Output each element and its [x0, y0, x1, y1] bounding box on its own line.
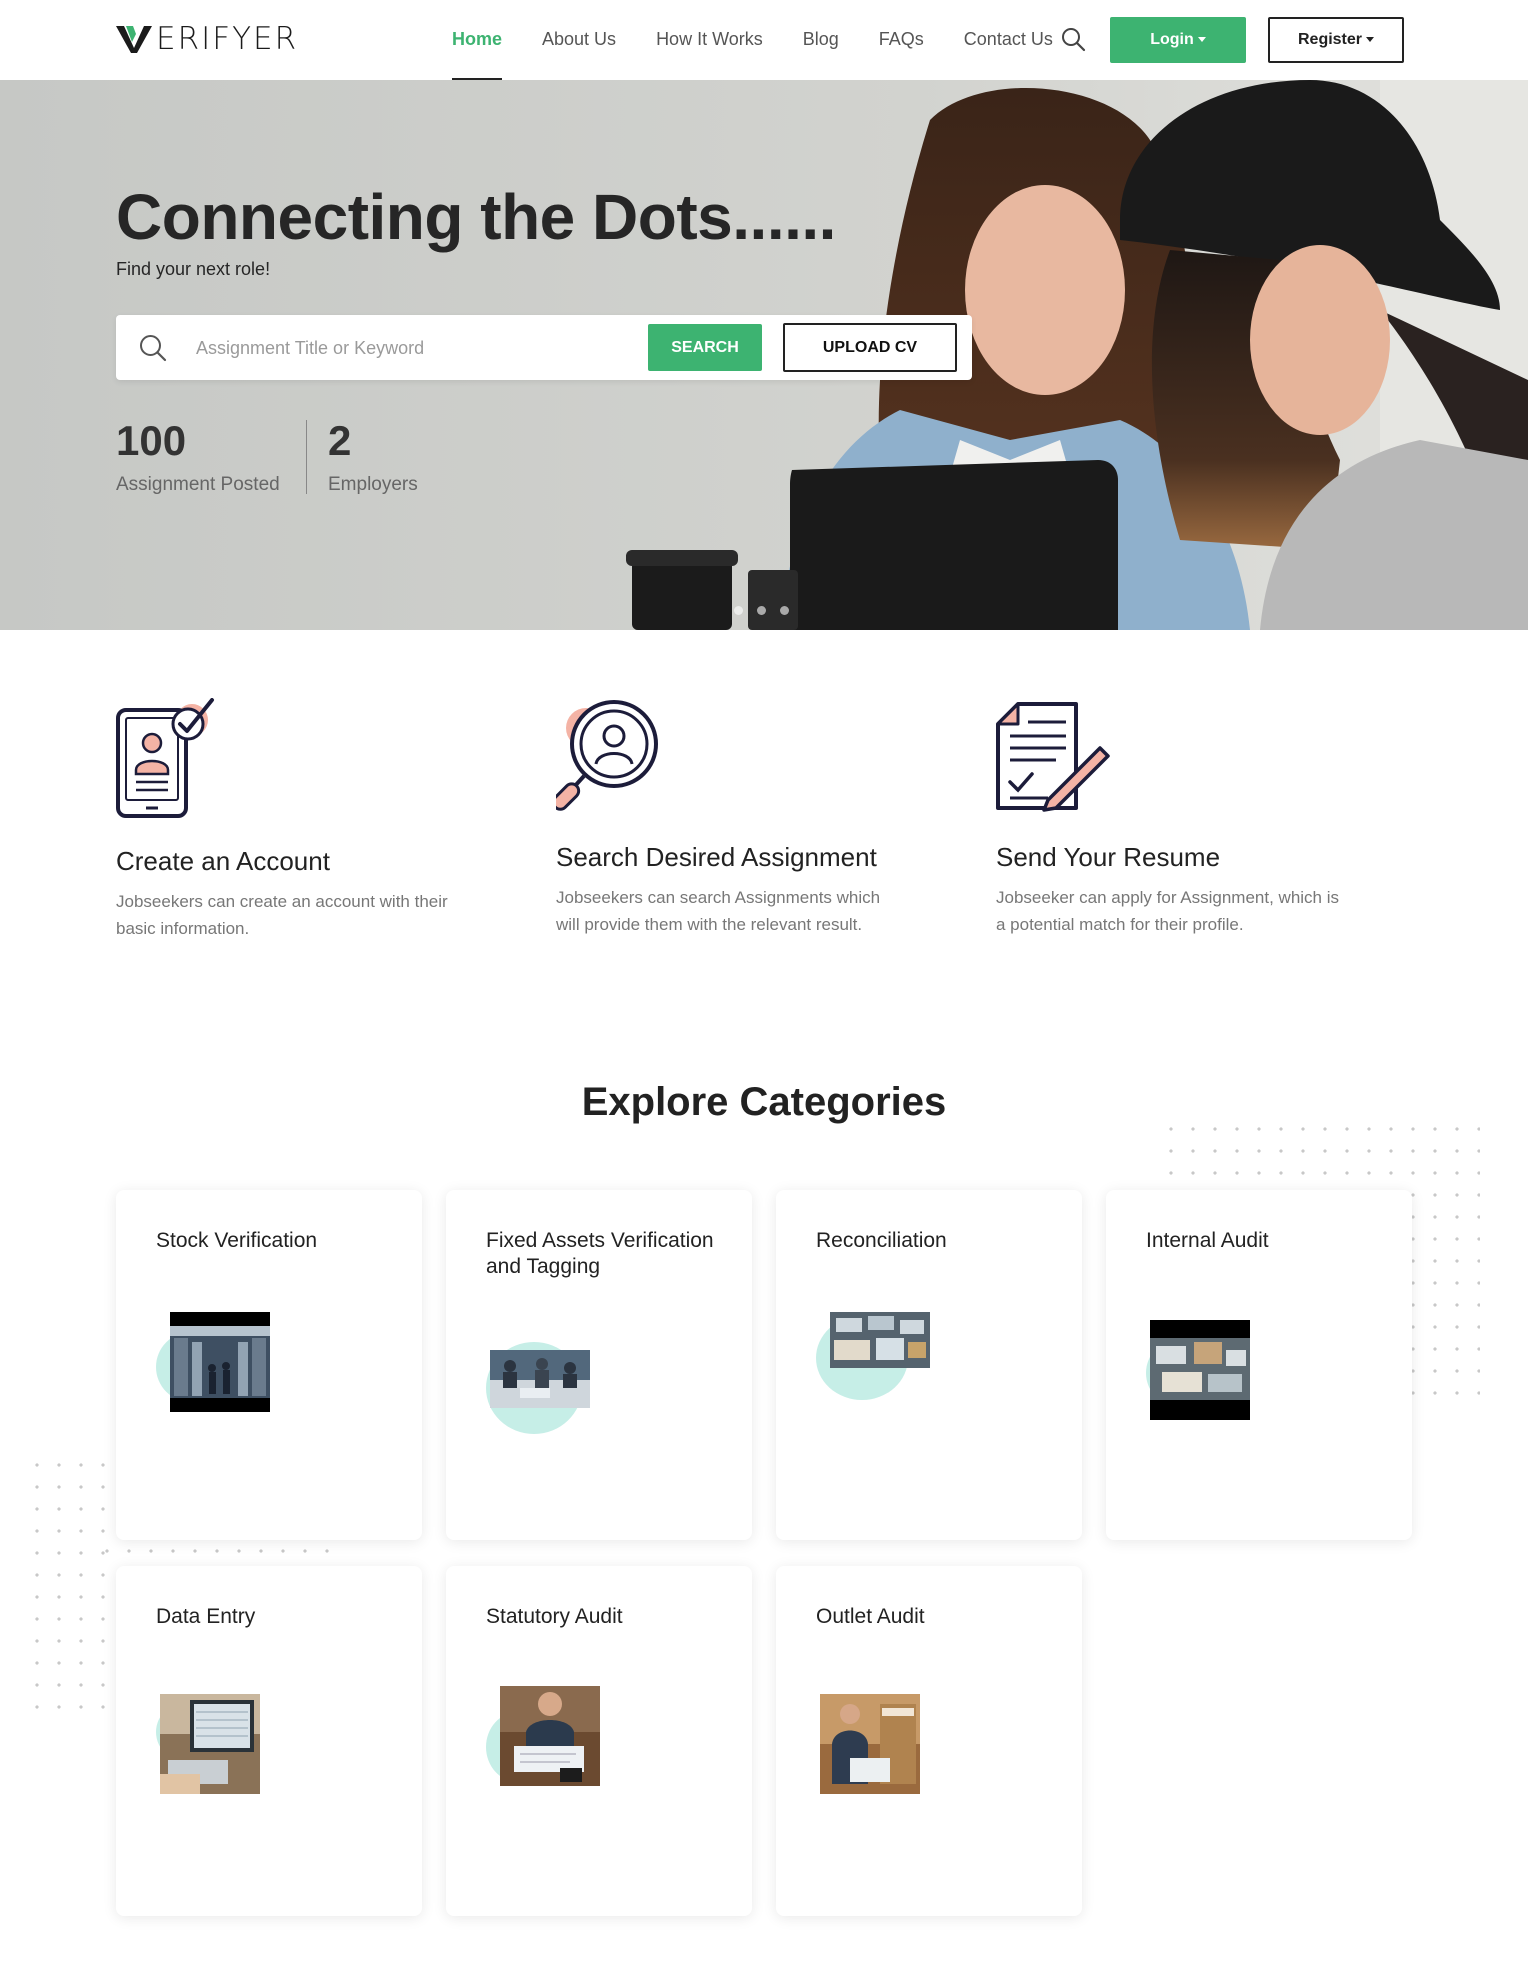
account-phone-icon	[116, 698, 214, 818]
category-card-statutory-audit[interactable]: Statutory Audit	[446, 1566, 752, 1916]
category-title: Data Entry	[156, 1605, 256, 1628]
category-title: Fixed Assets Verification and Tagging	[486, 1229, 714, 1278]
nav-faqs[interactable]: FAQs	[879, 0, 924, 80]
nav-blog[interactable]: Blog	[803, 0, 839, 80]
nav-how-it-works[interactable]: How It Works	[656, 0, 763, 80]
stat-number: 100	[116, 417, 187, 464]
hero-banner: Connecting the Dots...... Find your next…	[0, 80, 1528, 630]
carousel-dots	[734, 606, 789, 615]
hero-subtitle: Find your next role!	[116, 259, 271, 279]
stat-employers: 2 Employers	[328, 420, 418, 496]
upload-cv-button[interactable]: UPLOAD CV	[783, 323, 957, 372]
stat-label: Assignment Posted	[116, 474, 280, 495]
search-input[interactable]	[196, 329, 636, 367]
category-title: Reconciliation	[816, 1229, 947, 1252]
category-card-outlet-audit[interactable]: Outlet Audit	[776, 1566, 1082, 1916]
step-title: Search Desired Assignment	[556, 842, 877, 872]
carousel-dot[interactable]	[734, 606, 743, 615]
title-word: Explore	[581, 1080, 729, 1124]
logo-v-icon	[116, 26, 152, 53]
caret-down-icon	[1197, 37, 1206, 43]
carousel-dot[interactable]	[780, 606, 789, 615]
category-image-office-team	[490, 1350, 590, 1408]
nav-contact-us[interactable]: Contact Us	[964, 0, 1053, 80]
logo-text: ERIFYER	[156, 21, 299, 57]
category-image-outlet-audit	[820, 1694, 920, 1794]
assignment-search-bar: SEARCH UPLOAD CV	[116, 315, 972, 380]
hero-title: Connecting the Dots......	[116, 181, 836, 253]
login-button[interactable]: Login	[1110, 17, 1246, 63]
category-card-fixed-assets[interactable]: Fixed Assets Verification and Tagging	[446, 1190, 752, 1540]
step-description: Jobseekers can create an account with th…	[116, 892, 448, 938]
stat-assignments: 100 Assignment Posted	[116, 420, 280, 496]
category-image-data-entry	[160, 1694, 260, 1794]
category-title: Stock Verification	[156, 1229, 318, 1252]
title-highlight: Categories	[739, 1080, 947, 1133]
register-button[interactable]: Register	[1268, 17, 1404, 63]
search-button[interactable]: SEARCH	[648, 324, 762, 371]
category-card-reconciliation[interactable]: Reconciliation	[776, 1190, 1082, 1540]
title-word: Categories	[739, 1080, 947, 1124]
site-header: ERIFYER Home About Us How It Works Blog …	[0, 0, 1528, 80]
magnifier-person-icon	[556, 700, 658, 811]
category-image-warehouse	[170, 1312, 270, 1412]
category-title: Internal Audit	[1146, 1229, 1269, 1252]
caret-down-icon	[1366, 37, 1375, 43]
category-card-data-entry[interactable]: Data Entry	[116, 1566, 422, 1916]
category-title: Outlet Audit	[816, 1605, 925, 1628]
search-icon[interactable]	[1060, 26, 1086, 52]
decorative-dot-grid	[26, 1454, 106, 1724]
main-nav: Home About Us How It Works Blog FAQs Con…	[452, 0, 1093, 80]
step-description: Jobseeker can apply for Assignment, whic…	[996, 888, 1340, 934]
stat-label: Employers	[328, 474, 418, 495]
resume-document-icon	[996, 702, 1110, 812]
category-title: Statutory Audit	[486, 1605, 623, 1628]
nav-about-us[interactable]: About Us	[542, 0, 616, 80]
nav-home[interactable]: Home	[452, 0, 503, 80]
step-title: Create an Account	[116, 846, 330, 876]
decorative-dot-grid	[96, 1540, 336, 1562]
verifyer-logo[interactable]: ERIFYER	[116, 21, 299, 57]
step-title: Send Your Resume	[996, 842, 1221, 872]
category-image-statutory-audit	[500, 1686, 600, 1786]
category-image-documents	[830, 1312, 930, 1368]
stat-divider	[306, 420, 307, 494]
explore-categories-title: Explore Categories	[0, 1080, 1528, 1133]
carousel-dot[interactable]	[757, 606, 766, 615]
category-card-stock-verification[interactable]: Stock Verification	[116, 1190, 422, 1540]
step-description: Jobseekers can search Assignments which …	[556, 888, 881, 934]
search-icon	[140, 335, 167, 362]
register-label: Register	[1297, 31, 1363, 48]
category-card-internal-audit[interactable]: Internal Audit	[1106, 1190, 1412, 1540]
login-label: Login	[1150, 31, 1194, 48]
stat-number: 2	[328, 417, 352, 464]
category-image-audit-papers	[1150, 1320, 1250, 1420]
